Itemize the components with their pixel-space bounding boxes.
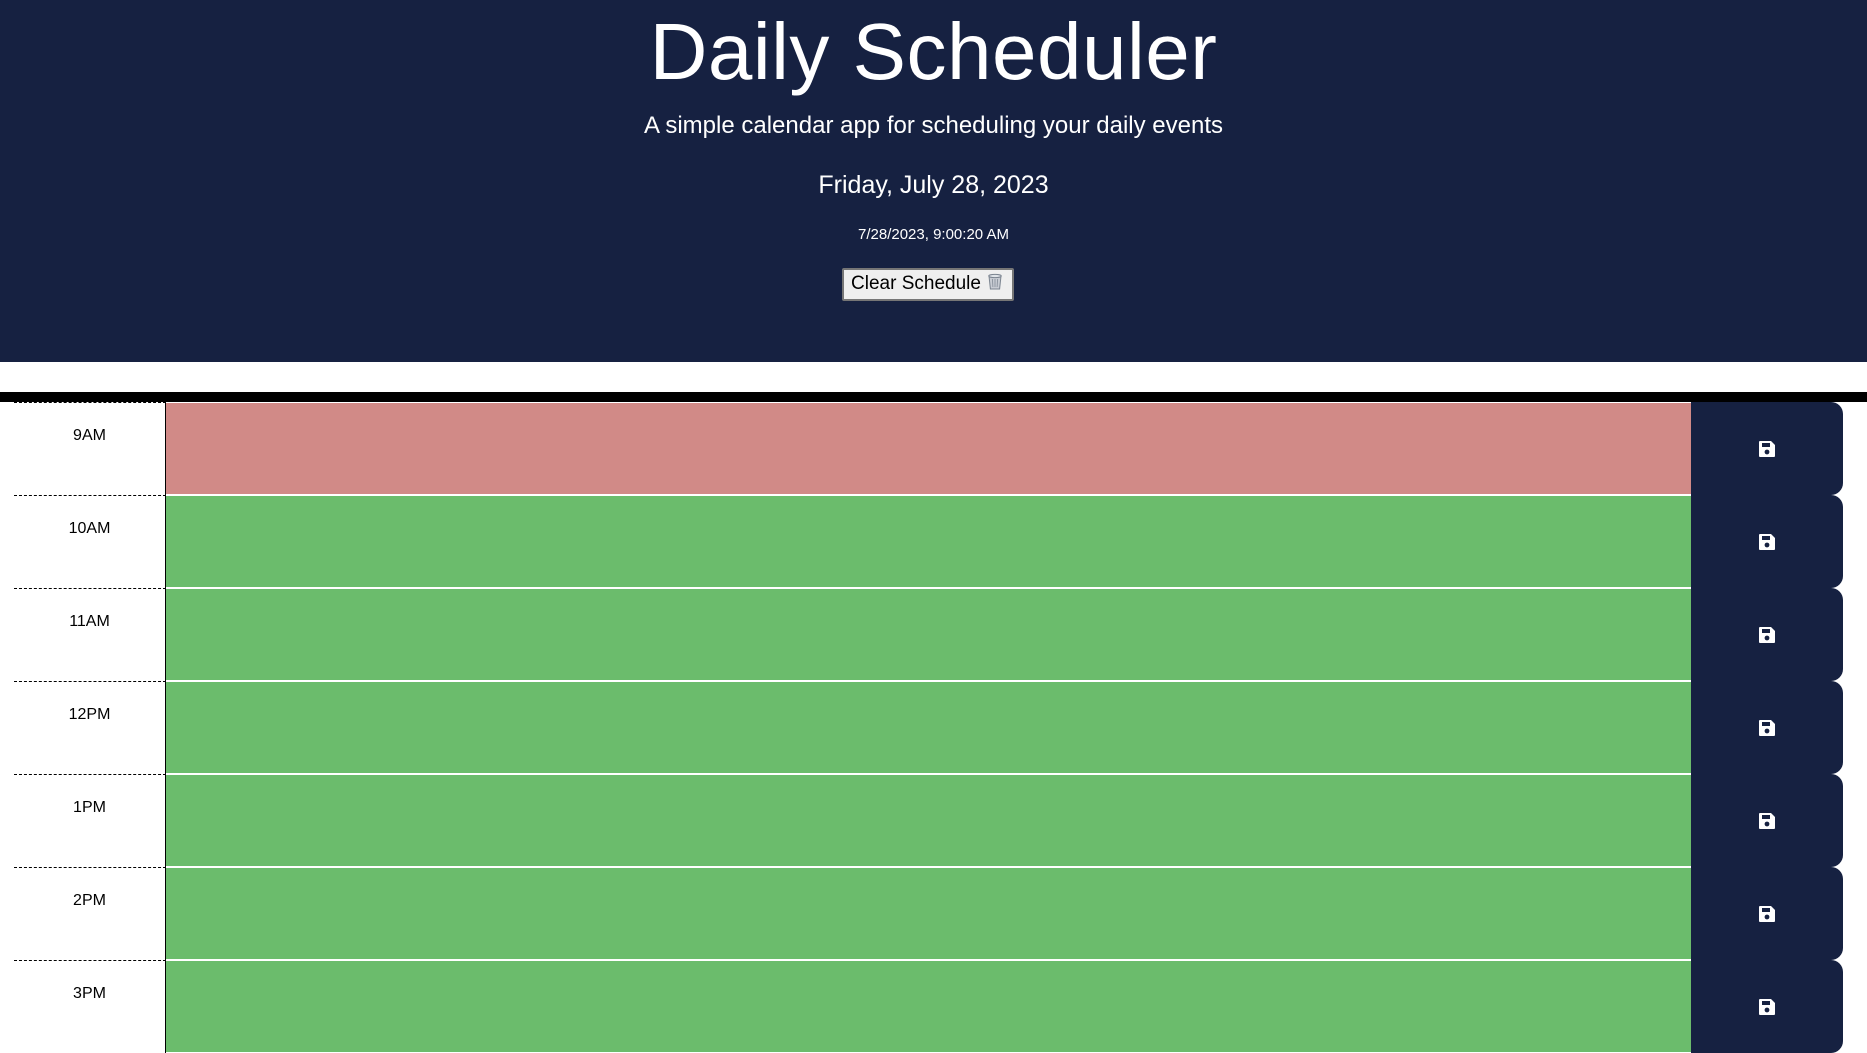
time-block: 12PM: [0, 681, 1867, 774]
save-button[interactable]: [1691, 774, 1843, 867]
current-time: 7/28/2023, 9:00:20 AM: [858, 226, 1009, 243]
time-block: 2PM: [0, 867, 1867, 960]
save-button[interactable]: [1691, 681, 1843, 774]
hour-label: 11AM: [14, 588, 166, 681]
clear-schedule-label: Clear Schedule: [851, 273, 981, 294]
save-button[interactable]: [1691, 960, 1843, 1053]
save-button[interactable]: [1691, 867, 1843, 960]
save-button[interactable]: [1691, 588, 1843, 681]
current-day: Friday, July 28, 2023: [818, 171, 1049, 199]
hour-label: 10AM: [14, 495, 166, 588]
event-description-input[interactable]: [166, 681, 1691, 774]
hour-label: 3PM: [14, 960, 166, 1053]
hour-label: 2PM: [14, 867, 166, 960]
event-description-input[interactable]: [166, 774, 1691, 867]
event-description-input[interactable]: [166, 402, 1691, 495]
page-subtitle: A simple calendar app for scheduling you…: [644, 112, 1223, 139]
save-button[interactable]: [1691, 495, 1843, 588]
event-description-input[interactable]: [166, 960, 1691, 1053]
hour-label: 1PM: [14, 774, 166, 867]
time-block: 3PM: [0, 960, 1867, 1053]
wastebasket-icon: [985, 271, 1005, 299]
time-block: 1PM: [0, 774, 1867, 867]
time-block: 9AM: [0, 402, 1867, 495]
event-description-input[interactable]: [166, 867, 1691, 960]
hour-label: 12PM: [14, 681, 166, 774]
hour-label: 9AM: [14, 402, 166, 495]
page-title: Daily Scheduler: [649, 7, 1218, 96]
time-block: 10AM: [0, 495, 1867, 588]
time-block: 11AM: [0, 588, 1867, 681]
save-button[interactable]: [1691, 402, 1843, 495]
header-divider: [0, 392, 1867, 402]
event-description-input[interactable]: [166, 588, 1691, 681]
clear-schedule-button[interactable]: Clear Schedule: [842, 268, 1014, 301]
page-header: Daily Scheduler A simple calendar app fo…: [0, 0, 1867, 362]
event-description-input[interactable]: [166, 495, 1691, 588]
